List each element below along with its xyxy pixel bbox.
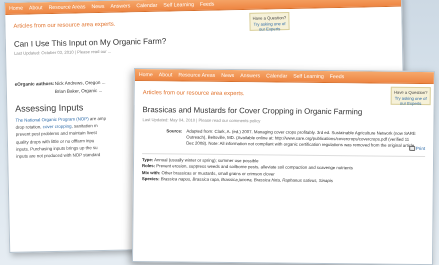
- printer-icon: [408, 146, 415, 152]
- nav-feeds[interactable]: Feeds: [330, 74, 344, 80]
- nav-resource-areas[interactable]: Resource Areas: [178, 72, 215, 78]
- mix-value: Other brassicas or mustards, small grain…: [161, 170, 275, 177]
- front-article-window: Home About Resource Areas News Answers C…: [131, 68, 435, 265]
- nop-link[interactable]: The National Organic Program (NOP): [15, 116, 88, 123]
- ask-expert-box[interactable]: Have a Question? Try asking one of our E…: [249, 12, 290, 33]
- cover-cropping-link[interactable]: cover cropping: [43, 124, 72, 130]
- body-text: , sanitation m: [71, 123, 98, 129]
- body-text: prevent pest problems and maintain lives…: [15, 130, 97, 138]
- source-citation: Source: Adapted from: Clark, A. (ed.) 20…: [142, 128, 425, 150]
- ask-expert-link[interactable]: Try asking one of our Experts: [250, 21, 288, 33]
- body-text: inputs are not produced with NOP standar…: [16, 152, 101, 159]
- species-value: Brassica napus, Brassica rapa, Brassica …: [160, 176, 333, 184]
- ask-expert-link[interactable]: Try asking one of our Experts: [392, 95, 430, 106]
- body-text: quality drops with little or no offfarm …: [15, 137, 95, 145]
- mix-label: Mix with:: [141, 169, 161, 176]
- nav-home[interactable]: Home: [9, 5, 23, 11]
- print-button[interactable]: Print: [408, 145, 426, 152]
- header-band: Articles from our resource area experts.…: [134, 81, 434, 109]
- species-label: Species:: [141, 176, 160, 182]
- body-text: are amp: [88, 115, 107, 122]
- roles-label: Roles:: [141, 163, 156, 169]
- nav-self-learning[interactable]: Self Learning: [163, 2, 194, 9]
- nav-about[interactable]: About: [159, 72, 173, 78]
- nav-home[interactable]: Home: [139, 72, 153, 78]
- body-text: drop rotation,: [15, 124, 43, 130]
- body-paragraph: The National Organic Program (NOP) are a…: [15, 114, 141, 160]
- print-label: Print: [415, 145, 426, 152]
- nav-calendar[interactable]: Calendar: [136, 2, 157, 8]
- nav-news[interactable]: News: [221, 72, 234, 78]
- nav-about[interactable]: About: [29, 5, 43, 11]
- nav-self-learning[interactable]: Self Learning: [293, 73, 324, 79]
- nav-news[interactable]: News: [91, 3, 104, 9]
- nav-feeds[interactable]: Feeds: [200, 1, 215, 7]
- tagline: Articles from our resource area experts.: [13, 21, 116, 30]
- last-updated: Last Updated: May 04, 2010 | Please read…: [142, 117, 261, 124]
- author-line[interactable]: Nick Andrews, Oregon ...: [55, 80, 106, 86]
- ask-expert-box[interactable]: Have a Question? Try asking one of our E…: [390, 86, 431, 106]
- tagline: Articles from our resource area experts.: [142, 90, 245, 98]
- divider: [142, 152, 426, 157]
- nav-answers[interactable]: Answers: [240, 73, 260, 79]
- source-label: Source:: [166, 128, 183, 134]
- nav-answers[interactable]: Answers: [110, 3, 130, 9]
- type-label: Type:: [142, 156, 154, 162]
- body-text: inputs. Purchasing inputs brings up the …: [16, 144, 98, 152]
- ask-expert-heading: Have a Question?: [393, 89, 428, 96]
- authors-label: eOrganic authors:: [14, 80, 55, 87]
- nav-calendar[interactable]: Calendar: [266, 73, 287, 79]
- article-content: Brassicas and Mustards for Cover Croppin…: [134, 105, 434, 186]
- source-text: Adapted from: Clark, A. (ed.) 2007. Mana…: [186, 128, 416, 149]
- type-value: Annual (usually winter or spring); summe…: [154, 156, 259, 163]
- page-title: Brassicas and Mustards for Cover Croppin…: [142, 105, 363, 117]
- nav-resource-areas[interactable]: Resource Areas: [48, 4, 85, 11]
